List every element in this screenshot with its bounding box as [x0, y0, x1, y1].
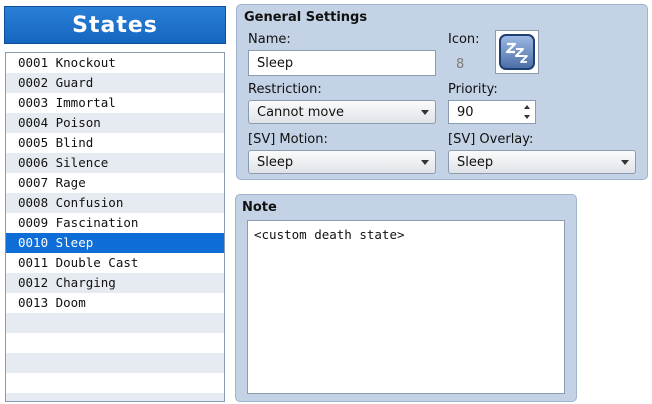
sv-motion-value: Sleep: [257, 154, 294, 170]
sv-overlay-select[interactable]: Sleep: [448, 150, 636, 174]
state-list-item[interactable]: 0001 Knockout: [6, 53, 224, 73]
state-list-empty-row[interactable]: [6, 373, 224, 393]
state-list-item[interactable]: 0005 Blind: [6, 133, 224, 153]
chevron-down-icon: [421, 160, 429, 165]
sv-overlay-label: [SV] Overlay:: [448, 132, 534, 147]
priority-value: 90: [457, 104, 474, 120]
restriction-label: Restriction:: [248, 82, 322, 97]
general-settings-panel: General Settings Name: Sleep Icon: 8 Res…: [236, 4, 648, 180]
sleep-zzz-icon: [499, 34, 535, 70]
spin-buttons[interactable]: [520, 102, 534, 122]
state-list-item[interactable]: 0008 Confusion: [6, 193, 224, 213]
states-header: States: [4, 6, 226, 44]
sv-motion-label: [SV] Motion:: [248, 132, 328, 147]
icon-picker[interactable]: [495, 30, 539, 74]
state-list-item[interactable]: 0011 Double Cast: [6, 253, 224, 273]
state-list-item[interactable]: 0004 Poison: [6, 113, 224, 133]
sv-motion-select[interactable]: Sleep: [248, 150, 436, 174]
name-label: Name:: [248, 32, 291, 47]
state-list-empty-row[interactable]: [6, 353, 224, 373]
spin-up-icon[interactable]: [524, 105, 530, 109]
state-list-item[interactable]: 0002 Guard: [6, 73, 224, 93]
note-title: Note: [242, 200, 277, 215]
name-value: Sleep: [257, 55, 294, 71]
state-list-item[interactable]: 0012 Charging: [6, 273, 224, 293]
state-list-item[interactable]: 0013 Doom: [6, 293, 224, 313]
state-list-empty-row[interactable]: [6, 393, 224, 401]
chevron-down-icon: [621, 160, 629, 165]
note-textarea[interactable]: <custom death state>: [247, 220, 565, 394]
sv-overlay-value: Sleep: [457, 154, 494, 170]
state-list-item[interactable]: 0003 Immortal: [6, 93, 224, 113]
priority-stepper[interactable]: 90: [448, 100, 536, 124]
restriction-value: Cannot move: [257, 104, 345, 120]
chevron-down-icon: [421, 110, 429, 115]
states-title: States: [72, 12, 158, 38]
state-list-item[interactable]: 0007 Rage: [6, 173, 224, 193]
general-settings-title: General Settings: [244, 10, 368, 25]
priority-label: Priority:: [448, 82, 498, 97]
spin-down-icon[interactable]: [524, 115, 530, 119]
icon-label: Icon:: [448, 32, 480, 47]
name-field[interactable]: Sleep: [248, 50, 436, 76]
state-list-item[interactable]: 0009 Fascination: [6, 213, 224, 233]
state-list-item[interactable]: 0010 Sleep: [6, 233, 224, 253]
note-text: <custom death state>: [254, 227, 405, 242]
restriction-select[interactable]: Cannot move: [248, 100, 436, 124]
state-list-item[interactable]: 0006 Silence: [6, 153, 224, 173]
icon-index: 8: [456, 57, 465, 72]
states-list[interactable]: 0001 Knockout 0002 Guard 0003 Immortal 0004…: [5, 52, 225, 402]
note-panel: Note <custom death state>: [235, 194, 577, 402]
state-list-empty-row[interactable]: [6, 333, 224, 353]
state-list-empty-row[interactable]: [6, 313, 224, 333]
